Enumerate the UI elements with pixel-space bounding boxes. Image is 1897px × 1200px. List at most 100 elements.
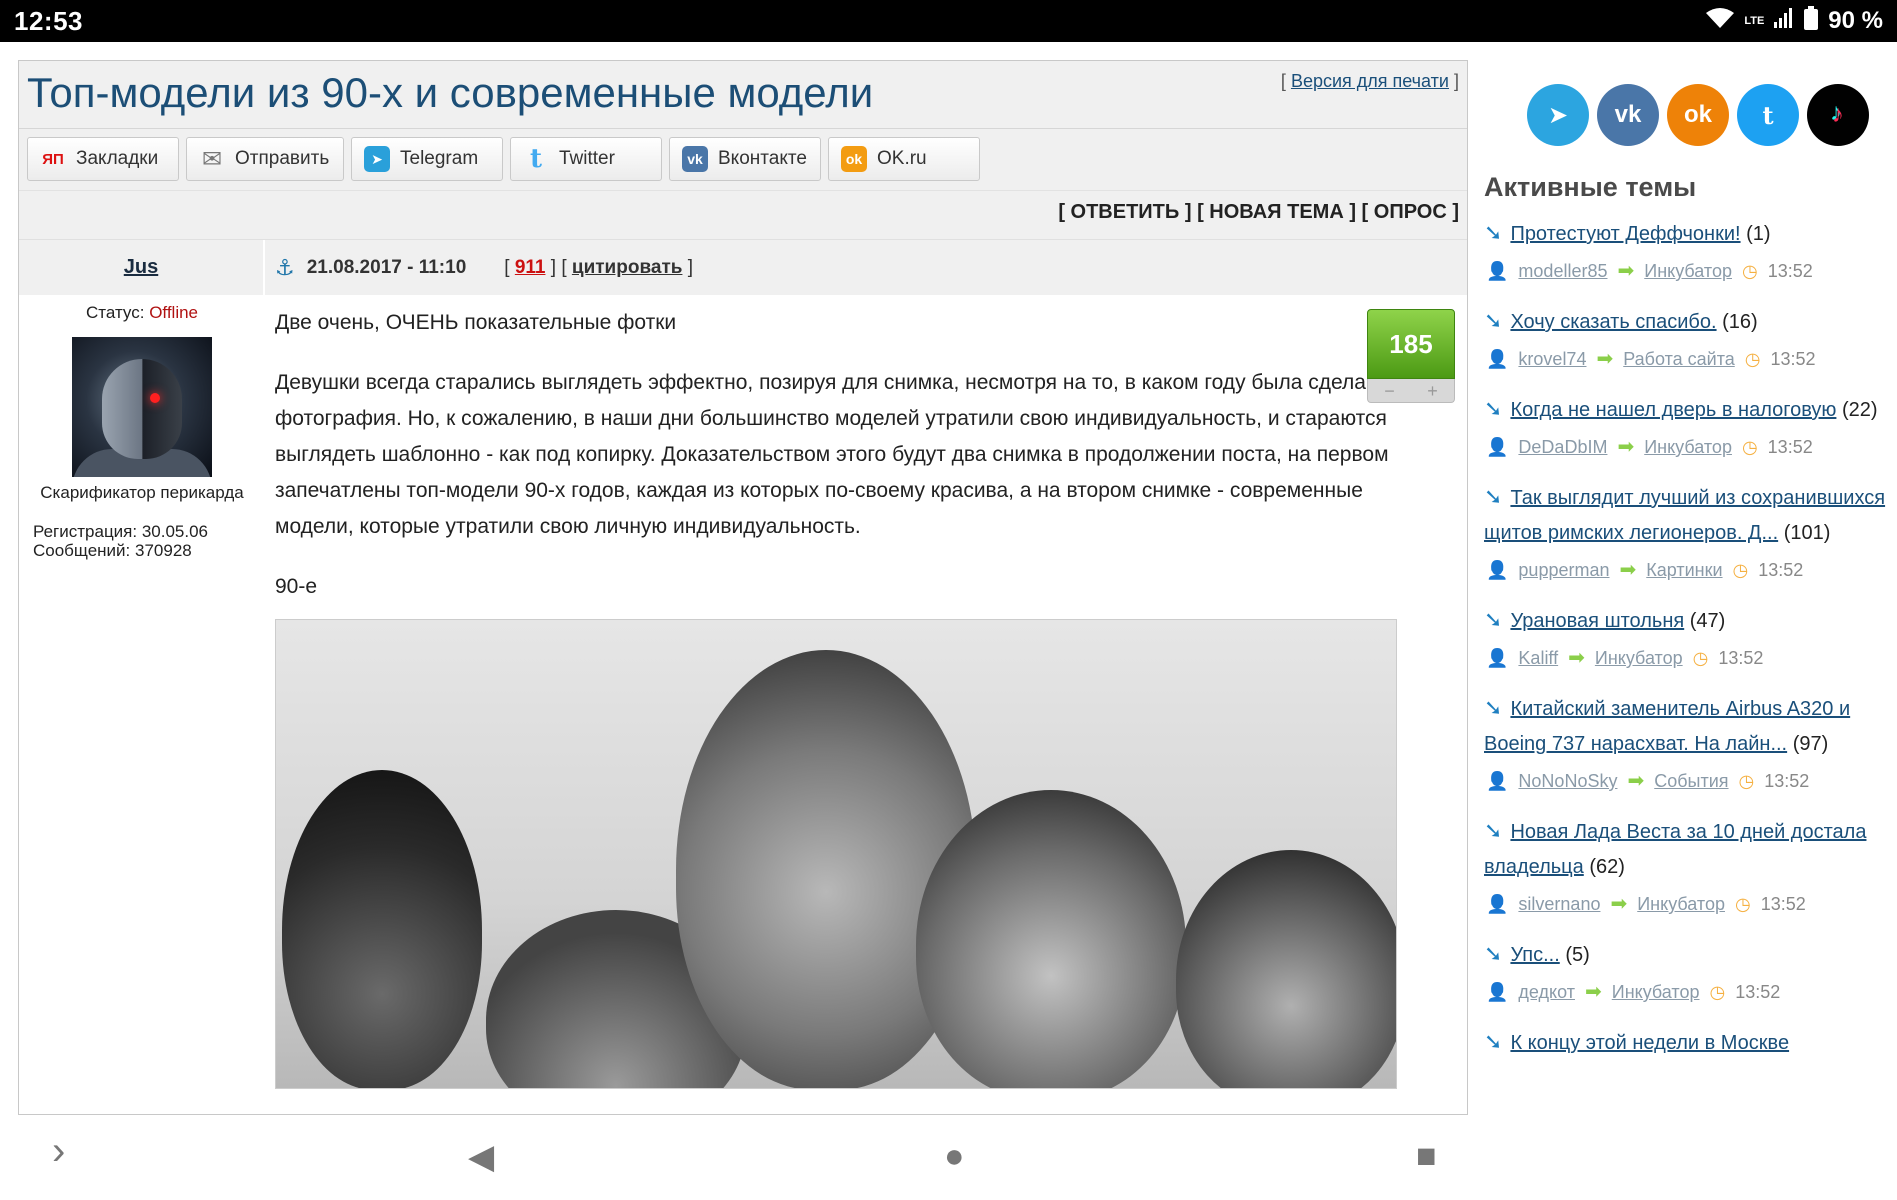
quote-link[interactable]: цитировать xyxy=(572,257,683,278)
topic-user-link[interactable]: modeller85 xyxy=(1518,254,1607,289)
status-time: 12:53 xyxy=(14,5,83,36)
active-topics-list: ➘ Протестуют Деффчонки! (1) 👤 modeller85 ➡… xyxy=(1484,215,1894,1061)
topic-meta: 👤 modeller85 ➡ Инкубатор ◷ 13:52 xyxy=(1484,254,1894,289)
social-links: ➤ vk ok t ♪ xyxy=(1484,84,1894,146)
share-label: Telegram xyxy=(400,148,479,169)
print-version: [ Версия для печати ] xyxy=(1280,71,1459,91)
topic-count: (1) xyxy=(1746,223,1771,245)
topic-meta: 👤 Kaliff ➡ Инкубатор ◷ 13:52 xyxy=(1484,641,1894,676)
topic-meta: 👤 NoNoNoSky ➡ События ◷ 13:52 xyxy=(1484,764,1894,799)
topic-section-link[interactable]: Картинки xyxy=(1646,553,1722,588)
clock-icon: ◷ xyxy=(1734,894,1751,914)
post-rating: 185 − + xyxy=(1367,309,1455,403)
topic-section-link[interactable]: Инкубатор xyxy=(1644,430,1732,465)
expand-chevron-icon[interactable]: › xyxy=(52,1129,65,1174)
topic-arrow-icon: ➘ xyxy=(1484,220,1503,245)
poll-button[interactable]: [ ОПРОС ] xyxy=(1362,201,1459,223)
topic-section-link[interactable]: Инкубатор xyxy=(1595,641,1683,676)
mail-icon: ✉ xyxy=(201,145,223,173)
topic-arrow-icon: ➘ xyxy=(1484,695,1503,720)
topic-user-link[interactable]: дедкот xyxy=(1518,975,1575,1010)
topic-time: 13:52 xyxy=(1760,894,1806,914)
telegram-icon: ➤ xyxy=(364,146,390,172)
share-twitter-button[interactable]: t Twitter xyxy=(510,137,662,181)
list-item: ➘ Китайский заменитель Airbus A320 и Boei… xyxy=(1484,690,1894,799)
network-type: LTE xyxy=(1744,15,1765,27)
post-photo[interactable] xyxy=(275,619,1397,1089)
share-telegram-button[interactable]: ➤ Telegram xyxy=(351,137,503,181)
post-header: Jus ⚓ 21.08.2017 - 11:10 [ 911 ] [ цитир… xyxy=(19,239,1467,295)
author-name-link[interactable]: Jus xyxy=(124,256,158,279)
topic-link[interactable]: К концу этой недели в Москве xyxy=(1510,1032,1789,1054)
topic-count: (101) xyxy=(1783,522,1831,544)
list-item: ➘ Так выглядит лучший из сохранившихся щи… xyxy=(1484,479,1894,588)
topic-section-link[interactable]: События xyxy=(1654,764,1728,799)
topic-user-link[interactable]: krovel74 xyxy=(1518,342,1586,377)
rating-value: 185 xyxy=(1367,309,1455,379)
telegram-icon[interactable]: ➤ xyxy=(1527,84,1589,146)
vk-icon[interactable]: vk xyxy=(1597,84,1659,146)
registration-date: Регистрация: 30.05.06 xyxy=(33,522,208,541)
share-send-button[interactable]: ✉ Отправить xyxy=(186,137,344,181)
topic-section-link[interactable]: Инкубатор xyxy=(1612,975,1700,1010)
new-topic-button[interactable]: [ НОВАЯ ТЕМА ] xyxy=(1197,201,1356,223)
topic-arrow-icon: ➘ xyxy=(1484,818,1503,843)
topic-user-link[interactable]: pupperman xyxy=(1518,553,1609,588)
topic-section-link[interactable]: Инкубатор xyxy=(1637,887,1725,922)
avatar[interactable] xyxy=(72,337,212,477)
clock-icon: ◷ xyxy=(1741,261,1758,281)
user-icon: 👤 xyxy=(1486,437,1509,457)
print-version-link[interactable]: Версия для печати xyxy=(1291,71,1449,91)
reply-button[interactable]: [ ОТВЕТИТЬ ] xyxy=(1058,201,1191,223)
message-count: Сообщений: 370928 xyxy=(33,540,192,560)
share-vk-button[interactable]: vk Вконтакте xyxy=(669,137,821,181)
post-paragraph: Две очень, ОЧЕНЬ показательные фотки xyxy=(275,311,677,334)
author-stats: Регистрация: 30.05.06 Сообщений: 370928 xyxy=(19,522,265,560)
topic-time: 13:52 xyxy=(1770,349,1816,369)
rating-plus-button[interactable]: + xyxy=(1427,373,1438,409)
recents-button[interactable]: ■ xyxy=(1416,1137,1437,1176)
author-status: Статус: Offline xyxy=(19,303,265,323)
topic-user-link[interactable]: Kaliff xyxy=(1518,641,1558,676)
clock-icon: ◷ xyxy=(1732,560,1749,580)
navigation-bar: › ◀ ● ■ xyxy=(0,1115,1897,1200)
avatar-head xyxy=(102,359,182,459)
home-button[interactable]: ● xyxy=(944,1137,965,1176)
topic-count: (47) xyxy=(1689,610,1726,632)
ok-icon[interactable]: ok xyxy=(1667,84,1729,146)
vk-icon: vk xyxy=(682,146,708,172)
topic-link[interactable]: Урановая штольня xyxy=(1510,610,1684,632)
topic-arrow-icon: ➘ xyxy=(1484,607,1503,632)
active-topics-title: Активные темы xyxy=(1484,172,1697,202)
back-button[interactable]: ◀ xyxy=(468,1137,494,1177)
arrow-right-icon: ➡ xyxy=(1610,893,1628,915)
arrow-right-icon: ➡ xyxy=(1619,559,1637,581)
topic-user-link[interactable]: NoNoNoSky xyxy=(1518,764,1617,799)
arrow-right-icon: ➡ xyxy=(1627,770,1645,792)
post-number-link[interactable]: 911 xyxy=(515,257,546,278)
author-cell: Jus xyxy=(19,240,265,295)
avatar-eye xyxy=(150,393,160,403)
topic-section-link[interactable]: Работа сайта xyxy=(1623,342,1735,377)
topic-time: 13:52 xyxy=(1767,437,1813,457)
topic-link[interactable]: Хочу сказать спасибо. xyxy=(1510,311,1716,333)
topic-user-link[interactable]: silvernano xyxy=(1518,887,1600,922)
topic-link[interactable]: Протестуют Деффчонки! xyxy=(1510,223,1740,245)
status-right: LTE 90 % xyxy=(1706,5,1883,37)
topic-link[interactable]: Когда не нашел дверь в налоговую xyxy=(1510,399,1836,421)
clock-icon: ◷ xyxy=(1744,349,1761,369)
share-ok-button[interactable]: ok OK.ru xyxy=(828,137,980,181)
topic-user-link[interactable]: DeDaDbIM xyxy=(1518,430,1607,465)
topic-link[interactable]: Новая Лада Веста за 10 дней достала влад… xyxy=(1484,821,1866,878)
topic-link[interactable]: Упс... xyxy=(1510,944,1559,966)
status-bar: 12:53 LTE 90 % xyxy=(0,0,1897,42)
anchor-icon[interactable]: ⚓ xyxy=(275,255,295,281)
share-label: Twitter xyxy=(559,148,615,169)
page-title: Топ-модели из 90-х и современные модели xyxy=(27,69,874,116)
topic-section-link[interactable]: Инкубатор xyxy=(1644,254,1732,289)
rating-minus-button[interactable]: − xyxy=(1384,373,1395,409)
tiktok-icon[interactable]: ♪ xyxy=(1807,84,1869,146)
share-bookmarks-button[interactable]: ЯП Закладки xyxy=(27,137,179,181)
twitter-icon[interactable]: t xyxy=(1737,84,1799,146)
share-label: Вконтакте xyxy=(718,148,807,169)
